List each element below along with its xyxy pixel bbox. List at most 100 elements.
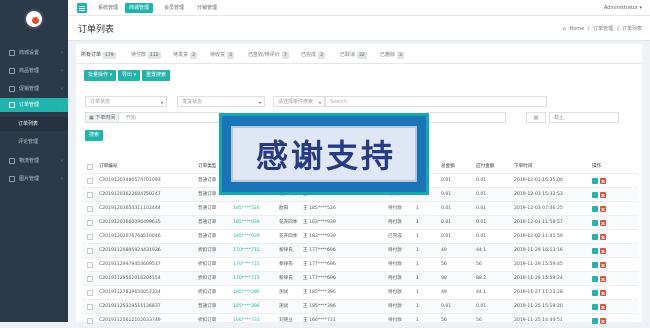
sidebar-item-images[interactable]: 图片管理 ‹: [0, 172, 68, 186]
image-icon: [9, 176, 15, 182]
tab-pending-receipt[interactable]: 待收货 3: [210, 50, 234, 60]
edit-icon[interactable]: [592, 290, 598, 296]
search-input[interactable]: Search: [325, 96, 547, 107]
sidebar-item-shop-settings[interactable]: 商城设置 ‹: [0, 46, 68, 60]
edit-icon[interactable]: [592, 276, 598, 282]
cell-phone[interactable]: 170****715: [233, 258, 260, 272]
search-button[interactable]: 搜索: [85, 130, 104, 141]
cell-phone[interactable]: 166****731: [233, 314, 260, 328]
row-checkbox[interactable]: [87, 206, 93, 212]
delivery-status-select[interactable]: 发货状态 ▾: [177, 96, 265, 107]
cell-id: C20191203660096499635: [99, 220, 161, 225]
edit-icon[interactable]: [592, 262, 598, 268]
cell-phone[interactable]: 185****396: [233, 300, 260, 314]
cell-time: 2019-11-29 15:59:24: [514, 276, 563, 281]
tab-label: 待发货: [173, 52, 189, 58]
sidebar-item-promotions[interactable]: 促销管理 ‹: [0, 82, 68, 96]
row-checkbox[interactable]: [87, 276, 93, 282]
sidebar-item-orders[interactable]: 订单管理 ⌄: [0, 98, 68, 112]
tab-deleted[interactable]: 已删除 3: [380, 50, 404, 60]
sidebar-item-products[interactable]: 商品管理 ‹: [0, 64, 68, 78]
home-icon: ⌂: [562, 26, 566, 32]
cell-type: 普通订单: [198, 192, 217, 197]
chevron-left-icon: ‹: [61, 50, 63, 56]
tab-all-orders[interactable]: 所有订单 179: [81, 50, 116, 60]
tab-cancelled[interactable]: 已取消 32: [340, 50, 367, 60]
nav-tab-members[interactable]: 会员管理: [160, 3, 188, 13]
nav-tab-system[interactable]: 系统管理: [94, 3, 122, 13]
cell-phone[interactable]: 170****715: [233, 272, 260, 286]
tab-label: 所有订单: [81, 52, 102, 58]
delete-icon[interactable]: [600, 248, 606, 254]
row-checkbox[interactable]: [87, 318, 93, 324]
select-all-checkbox[interactable]: [87, 164, 93, 170]
edit-icon[interactable]: [592, 192, 598, 198]
edit-icon[interactable]: [592, 304, 598, 310]
cell-phone[interactable]: 185****939: [233, 216, 260, 230]
edit-icon[interactable]: [592, 206, 598, 212]
delete-icon[interactable]: [600, 220, 606, 226]
nav-tab-mall[interactable]: 商城管理: [125, 3, 154, 13]
row-checkbox[interactable]: [87, 234, 93, 240]
brand-logo[interactable]: [24, 9, 44, 29]
sidebar-item-logistics[interactable]: 物流管理 ‹: [0, 154, 68, 168]
edit-icon[interactable]: [592, 178, 598, 184]
tab-pending-payment[interactable]: 待付款 112: [131, 50, 161, 60]
tab-signed[interactable]: 已签收/待评价 7: [248, 50, 289, 60]
reset-search-button[interactable]: 重置搜索: [142, 70, 171, 81]
row-checkbox[interactable]: [87, 248, 93, 254]
edit-icon[interactable]: [592, 248, 598, 254]
delete-icon[interactable]: [600, 290, 606, 296]
sidebar-item-label: 图片管理: [19, 176, 40, 182]
cell-status: 待付款: [388, 290, 402, 295]
edit-icon[interactable]: [592, 220, 598, 226]
tab-completed[interactable]: 已完成 3: [301, 50, 325, 60]
cell-phone[interactable]: 185****939: [233, 230, 260, 244]
order-status-select[interactable]: 订单状态 ▾: [85, 96, 167, 107]
user-menu[interactable]: Administrator ▾: [604, 3, 642, 13]
breadcrumb-orders[interactable]: 订单管理: [593, 26, 613, 32]
menu-toggle-button[interactable]: [77, 3, 87, 13]
delete-icon[interactable]: [600, 234, 606, 240]
cell-name: 王 177****696: [303, 262, 336, 267]
tab-pending-shipment[interactable]: 待发货 3: [173, 50, 197, 60]
cell-phone[interactable]: 185****396: [233, 286, 260, 300]
breadcrumb-home[interactable]: Home: [569, 26, 584, 32]
tab-label: 已删除: [380, 52, 396, 58]
row-checkbox[interactable]: [87, 192, 93, 198]
calendar-button[interactable]: ▦: [526, 112, 546, 123]
delete-icon[interactable]: [600, 192, 606, 198]
delete-icon[interactable]: [600, 318, 606, 324]
breadcrumb-order-list: 订单列表: [621, 26, 642, 32]
end-date-field[interactable]: 截止: [549, 112, 619, 123]
export-button[interactable]: 导出 ▾: [118, 70, 141, 81]
delete-icon[interactable]: [600, 262, 606, 268]
delete-icon[interactable]: [600, 304, 606, 310]
search-condition-select[interactable]: 请选择条件搜索 ▾: [273, 96, 325, 107]
batch-actions-button[interactable]: 批量操作 ▾: [84, 70, 117, 81]
sidebar-subitem-order-list[interactable]: 订单列表: [0, 117, 68, 131]
start-date-field[interactable]: ▦ 下单时间 开始: [85, 112, 225, 123]
row-checkbox[interactable]: [87, 262, 93, 268]
delete-icon[interactable]: [600, 178, 606, 184]
row-checkbox[interactable]: [87, 290, 93, 296]
calendar-icon: ▦: [533, 115, 539, 121]
nav-tab-distribution[interactable]: 分销管理: [193, 3, 221, 13]
delete-icon[interactable]: [600, 206, 606, 212]
edit-icon[interactable]: [592, 318, 598, 324]
cell-phone[interactable]: 185****526: [233, 202, 260, 216]
row-checkbox[interactable]: [87, 220, 93, 226]
delete-icon[interactable]: [600, 276, 606, 282]
count-badge: 3: [318, 52, 325, 59]
edit-icon[interactable]: [592, 234, 598, 240]
chevron-left-icon: ‹: [61, 176, 63, 182]
sidebar-subitem-reviews[interactable]: 评论管理: [0, 135, 68, 149]
cell-id: C20191129502016204154: [99, 276, 161, 281]
cell-pay: 黎律氏: [279, 262, 293, 267]
cell-phone[interactable]: 170****715: [233, 244, 260, 258]
row-checkbox[interactable]: [87, 178, 93, 184]
row-checkbox[interactable]: [87, 304, 93, 310]
time-range-field[interactable]: [426, 112, 506, 123]
count-badge: 7: [281, 52, 289, 59]
cell-due: 0.01: [476, 178, 487, 183]
